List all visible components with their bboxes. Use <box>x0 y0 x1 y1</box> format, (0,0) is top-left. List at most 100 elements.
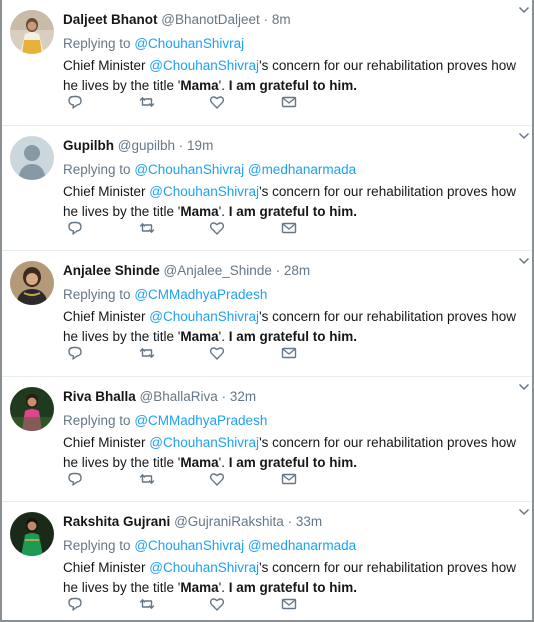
separator-dot: · <box>287 514 293 529</box>
envelope-icon <box>281 347 297 359</box>
display-name[interactable]: Daljeet Bhanot <box>63 12 158 27</box>
chevron-down-icon[interactable] <box>518 506 530 518</box>
text-bold: I am grateful to him <box>228 454 354 470</box>
text-end: . <box>353 203 358 219</box>
reply-mention[interactable]: @ChouhanShivraj <box>134 538 244 553</box>
timestamp[interactable]: 8m <box>272 12 291 27</box>
retweet-icon <box>139 473 155 484</box>
direct-message-button[interactable] <box>281 345 299 363</box>
reply-mention[interactable]: @CMMadhyaPradesh <box>134 287 267 302</box>
tweet-actions <box>63 345 323 363</box>
text-part: Chief Minister <box>63 58 150 73</box>
display-name[interactable]: Riva Bhalla <box>63 389 136 404</box>
tweet[interactable]: Daljeet Bhanot @BhanotDaljeet · 8m Reply… <box>2 0 532 126</box>
timestamp[interactable]: 28m <box>284 263 310 278</box>
reply-button[interactable] <box>67 471 85 489</box>
replying-to-label: Replying to <box>63 287 131 302</box>
text-mention[interactable]: @ChouhanShivraj <box>149 184 259 199</box>
avatar[interactable] <box>10 10 54 54</box>
username[interactable]: @gupilbh <box>118 138 175 153</box>
reply-mention[interactable]: @ChouhanShivraj <box>134 162 244 177</box>
reply-mention[interactable]: @CMMadhyaPradesh <box>134 413 267 428</box>
avatar[interactable] <box>10 135 54 180</box>
reply-icon <box>68 346 82 360</box>
tweet-text: Chief Minister @ChouhanShivraj's concern… <box>63 182 518 222</box>
retweet-icon <box>139 97 155 107</box>
separator-dot: · <box>178 137 184 153</box>
username[interactable]: @GujraniRakshita <box>174 514 284 529</box>
heart-icon <box>209 221 225 235</box>
timestamp[interactable]: 33m <box>296 514 322 529</box>
tweet-text: Chief Minister @ChouhanShivraj's concern… <box>63 56 518 96</box>
tweet-header: Anjalee Shinde @Anjalee_Shinde · 28m <box>63 261 518 281</box>
replying-to-label: Replying to <box>63 161 131 177</box>
text-bold: I am grateful to him <box>228 580 354 595</box>
username[interactable]: @Anjalee_Shinde <box>164 263 272 278</box>
reply-button[interactable] <box>67 596 85 614</box>
tweet-actions <box>63 220 323 238</box>
tweet-actions <box>63 596 323 614</box>
text-bold: Mama <box>180 454 219 470</box>
tweet[interactable]: Anjalee Shinde @Anjalee_Shinde · 28m Rep… <box>2 251 532 377</box>
retweet-button[interactable] <box>139 345 157 363</box>
reply-button[interactable] <box>67 345 85 363</box>
retweet-button[interactable] <box>139 596 157 614</box>
text-mention[interactable]: @ChouhanShivraj <box>149 309 259 324</box>
replying-to: Replying to @ChouhanShivraj @medhanarmad… <box>63 160 518 180</box>
retweet-icon <box>139 222 155 233</box>
chevron-down-icon[interactable] <box>518 4 530 16</box>
avatar[interactable] <box>10 512 54 556</box>
like-button[interactable] <box>209 596 227 614</box>
like-button[interactable] <box>209 94 227 112</box>
chevron-down-icon[interactable] <box>518 255 530 267</box>
text-end: . <box>353 454 358 470</box>
tweet[interactable]: Riva Bhalla @BhallaRiva · 32m Replying t… <box>2 377 532 502</box>
replying-to-label: Replying to <box>63 36 131 51</box>
text-part: '. <box>218 580 229 595</box>
tweet-text: Chief Minister @ChouhanShivraj's concern… <box>63 558 518 598</box>
text-mention[interactable]: @ChouhanShivraj <box>149 435 259 450</box>
direct-message-button[interactable] <box>281 94 299 112</box>
retweet-button[interactable] <box>139 471 157 489</box>
username[interactable]: @BhanotDaljeet <box>161 12 260 27</box>
text-part: Chief Minister <box>63 560 150 575</box>
retweet-icon <box>139 599 155 609</box>
display-name[interactable]: Gupilbh <box>63 138 114 153</box>
text-bold: Mama <box>180 329 219 344</box>
text-mention[interactable]: @ChouhanShivraj <box>149 58 259 73</box>
text-part: Chief Minister <box>63 309 150 324</box>
chevron-down-icon[interactable] <box>518 381 530 393</box>
reply-button[interactable] <box>67 220 85 238</box>
direct-message-button[interactable] <box>281 471 299 489</box>
reply-icon <box>68 597 82 611</box>
timestamp[interactable]: 32m <box>230 389 256 404</box>
separator-dot: · <box>275 263 281 278</box>
text-bold: I am grateful to him <box>228 329 354 344</box>
like-button[interactable] <box>209 220 227 238</box>
tweet[interactable]: Rakshita Gujrani @GujraniRakshita · 33m … <box>2 502 532 622</box>
username[interactable]: @BhallaRiva <box>140 389 218 404</box>
like-button[interactable] <box>209 345 227 363</box>
text-bold: Mama <box>180 78 219 93</box>
avatar[interactable] <box>10 386 54 431</box>
text-mention[interactable]: @ChouhanShivraj <box>149 560 259 575</box>
chevron-down-icon[interactable] <box>518 130 530 142</box>
display-name[interactable]: Anjalee Shinde <box>63 263 160 278</box>
reply-mention[interactable]: @medhanarmada <box>248 162 356 177</box>
display-name[interactable]: Rakshita Gujrani <box>63 514 170 529</box>
retweet-button[interactable] <box>139 220 157 238</box>
reply-icon <box>68 472 82 486</box>
direct-message-button[interactable] <box>281 220 299 238</box>
direct-message-button[interactable] <box>281 596 299 614</box>
reply-icon <box>68 95 82 109</box>
timestamp[interactable]: 19m <box>187 138 213 153</box>
separator-dot: · <box>221 388 227 404</box>
reply-mention[interactable]: @ChouhanShivraj <box>134 36 244 51</box>
reply-button[interactable] <box>67 94 85 112</box>
text-part: '. <box>218 329 229 344</box>
avatar[interactable] <box>10 261 54 305</box>
reply-mention[interactable]: @medhanarmada <box>248 538 356 553</box>
like-button[interactable] <box>209 471 227 489</box>
tweet[interactable]: Gupilbh @gupilbh · 19m Replying to @Chou… <box>2 126 532 251</box>
retweet-button[interactable] <box>139 94 157 112</box>
